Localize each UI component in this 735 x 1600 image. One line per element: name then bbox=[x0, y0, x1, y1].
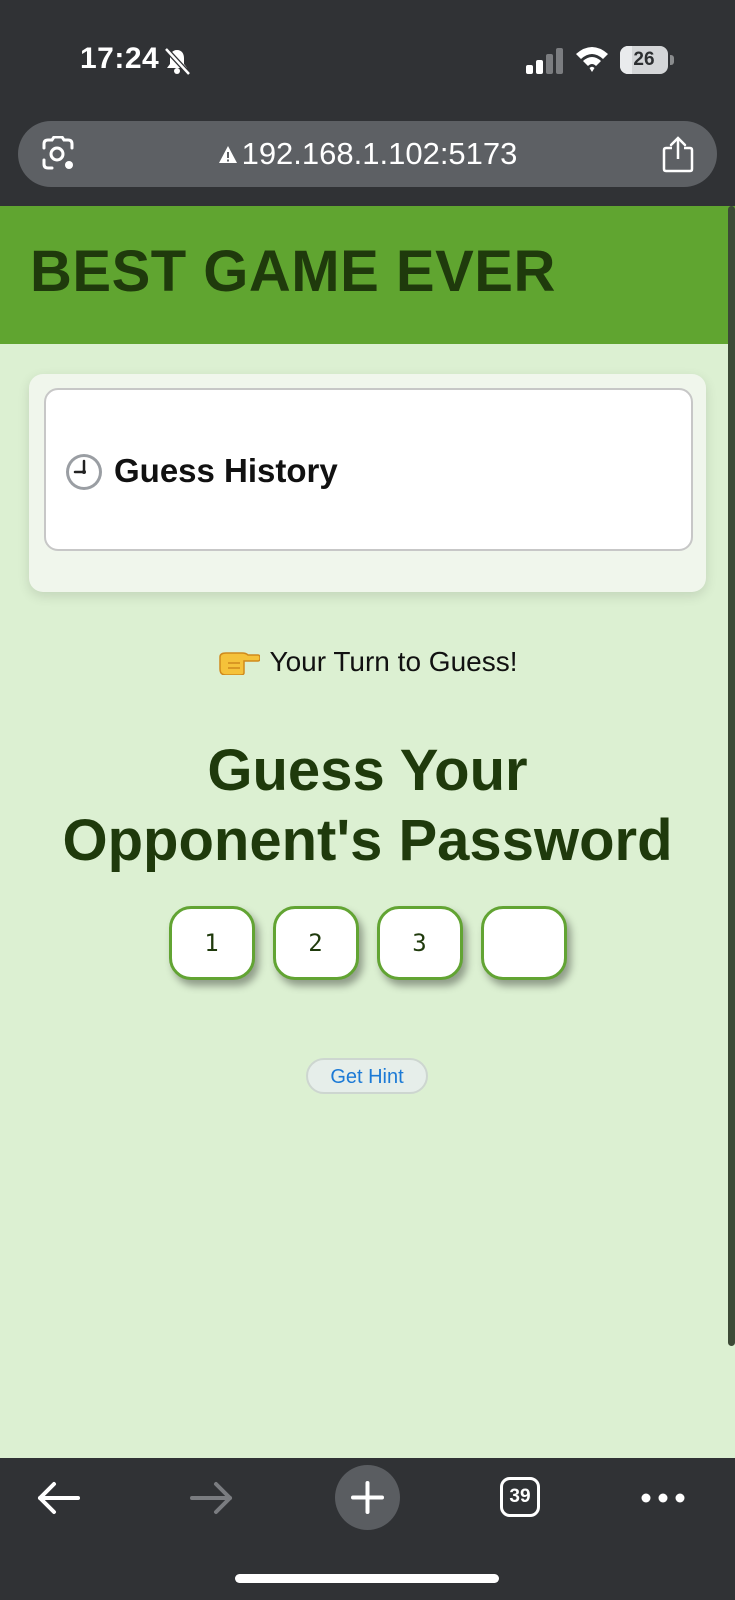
forward-arrow-icon[interactable] bbox=[188, 1478, 236, 1518]
page-title: BEST GAME EVER bbox=[30, 239, 556, 304]
guess-history-card[interactable]: Guess History bbox=[44, 388, 693, 551]
guess-heading-line2: Opponent's Password bbox=[62, 808, 673, 873]
digit-input-3[interactable]: 3 bbox=[376, 906, 463, 980]
home-indicator[interactable] bbox=[235, 1574, 499, 1583]
digit-input-2[interactable]: 2 bbox=[272, 906, 359, 980]
clock-icon bbox=[66, 454, 102, 490]
tab-switcher-button[interactable]: 39 bbox=[500, 1477, 540, 1517]
share-icon[interactable] bbox=[661, 135, 695, 173]
guess-history-title: Guess History bbox=[114, 452, 338, 489]
bell-slash-icon bbox=[164, 47, 191, 76]
battery-level-text: 26 bbox=[633, 49, 655, 70]
guess-history-panel: Guess History bbox=[29, 374, 706, 592]
pointing-right-icon bbox=[218, 652, 260, 675]
battery-indicator: 26 bbox=[620, 46, 674, 74]
wifi-icon bbox=[576, 47, 608, 72]
url-text: 192.168.1.102:5173 bbox=[241, 136, 518, 171]
page-header: BEST GAME EVER bbox=[0, 206, 735, 344]
warning-icon bbox=[218, 146, 237, 163]
url-field[interactable]: 192.168.1.102:5173 bbox=[18, 121, 717, 187]
get-hint-button[interactable]: Get Hint bbox=[306, 1058, 428, 1094]
browser-toolbar: 39 bbox=[0, 1458, 735, 1600]
guess-heading: Guess Your Opponent's Password bbox=[0, 736, 735, 876]
status-time: 17:24 bbox=[80, 42, 160, 75]
digit-input-4[interactable] bbox=[480, 906, 567, 980]
digit-input-1[interactable]: 1 bbox=[168, 906, 255, 980]
plus-icon bbox=[351, 1481, 384, 1514]
turn-indicator: Your Turn to Guess! bbox=[0, 646, 735, 678]
address-bar[interactable]: 192.168.1.102:5173 bbox=[18, 121, 717, 187]
turn-text: Your Turn to Guess! bbox=[269, 646, 518, 677]
signal-icon bbox=[526, 48, 563, 74]
page-content: BEST GAME EVER Guess History Your Turn t… bbox=[0, 206, 735, 1458]
guess-heading-line1: Guess Your bbox=[207, 738, 528, 803]
more-options-icon[interactable] bbox=[640, 1488, 686, 1508]
new-tab-button[interactable] bbox=[335, 1465, 400, 1530]
status-bar: 17:24 26 bbox=[0, 0, 735, 120]
battery-level-fill bbox=[620, 46, 633, 74]
password-digits: 1 2 3 bbox=[0, 906, 735, 980]
back-arrow-icon[interactable] bbox=[34, 1478, 82, 1518]
